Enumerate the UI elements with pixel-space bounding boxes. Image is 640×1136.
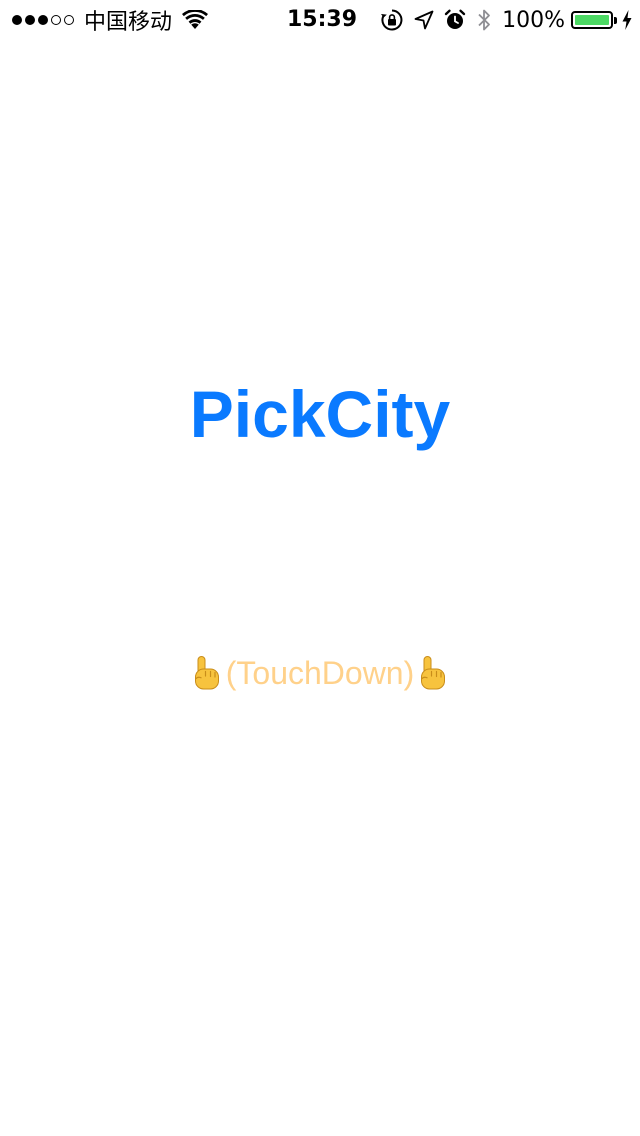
battery-tip	[614, 16, 617, 24]
app-title: PickCity	[189, 377, 451, 451]
pointing-up-hand-icon	[192, 655, 222, 691]
signal-dot	[38, 15, 48, 25]
location-arrow-icon	[414, 10, 434, 30]
bluetooth-icon	[476, 7, 492, 33]
status-bar-left: 中国移动	[12, 0, 209, 40]
touch-down-prompt[interactable]: (TouchDown)	[0, 650, 640, 696]
signal-dot	[12, 15, 22, 25]
signal-dot	[25, 15, 35, 25]
orientation-lock-icon	[380, 8, 404, 32]
battery-body	[571, 11, 613, 29]
status-bar-right: 100%	[370, 0, 632, 40]
app-screen: 中国移动 15:39 100% PickCity (TouchDown)	[0, 0, 640, 1136]
carrier-name: 中国移动	[84, 10, 173, 35]
status-bar: 中国移动 15:39 100%	[0, 0, 640, 40]
touch-down-label: (TouchDown)	[225, 654, 415, 691]
signal-dot	[64, 15, 74, 25]
battery-percentage: 100%	[502, 7, 565, 33]
charging-bolt-icon	[622, 10, 632, 30]
pointing-up-hand-icon	[418, 655, 448, 691]
signal-strength-indicator	[12, 15, 74, 25]
signal-dot	[51, 15, 61, 25]
status-time: 15:39	[286, 7, 358, 32]
alarm-clock-icon	[444, 9, 466, 31]
wifi-icon	[182, 10, 209, 30]
battery-icon	[571, 11, 617, 29]
battery-level-fill	[575, 15, 609, 25]
